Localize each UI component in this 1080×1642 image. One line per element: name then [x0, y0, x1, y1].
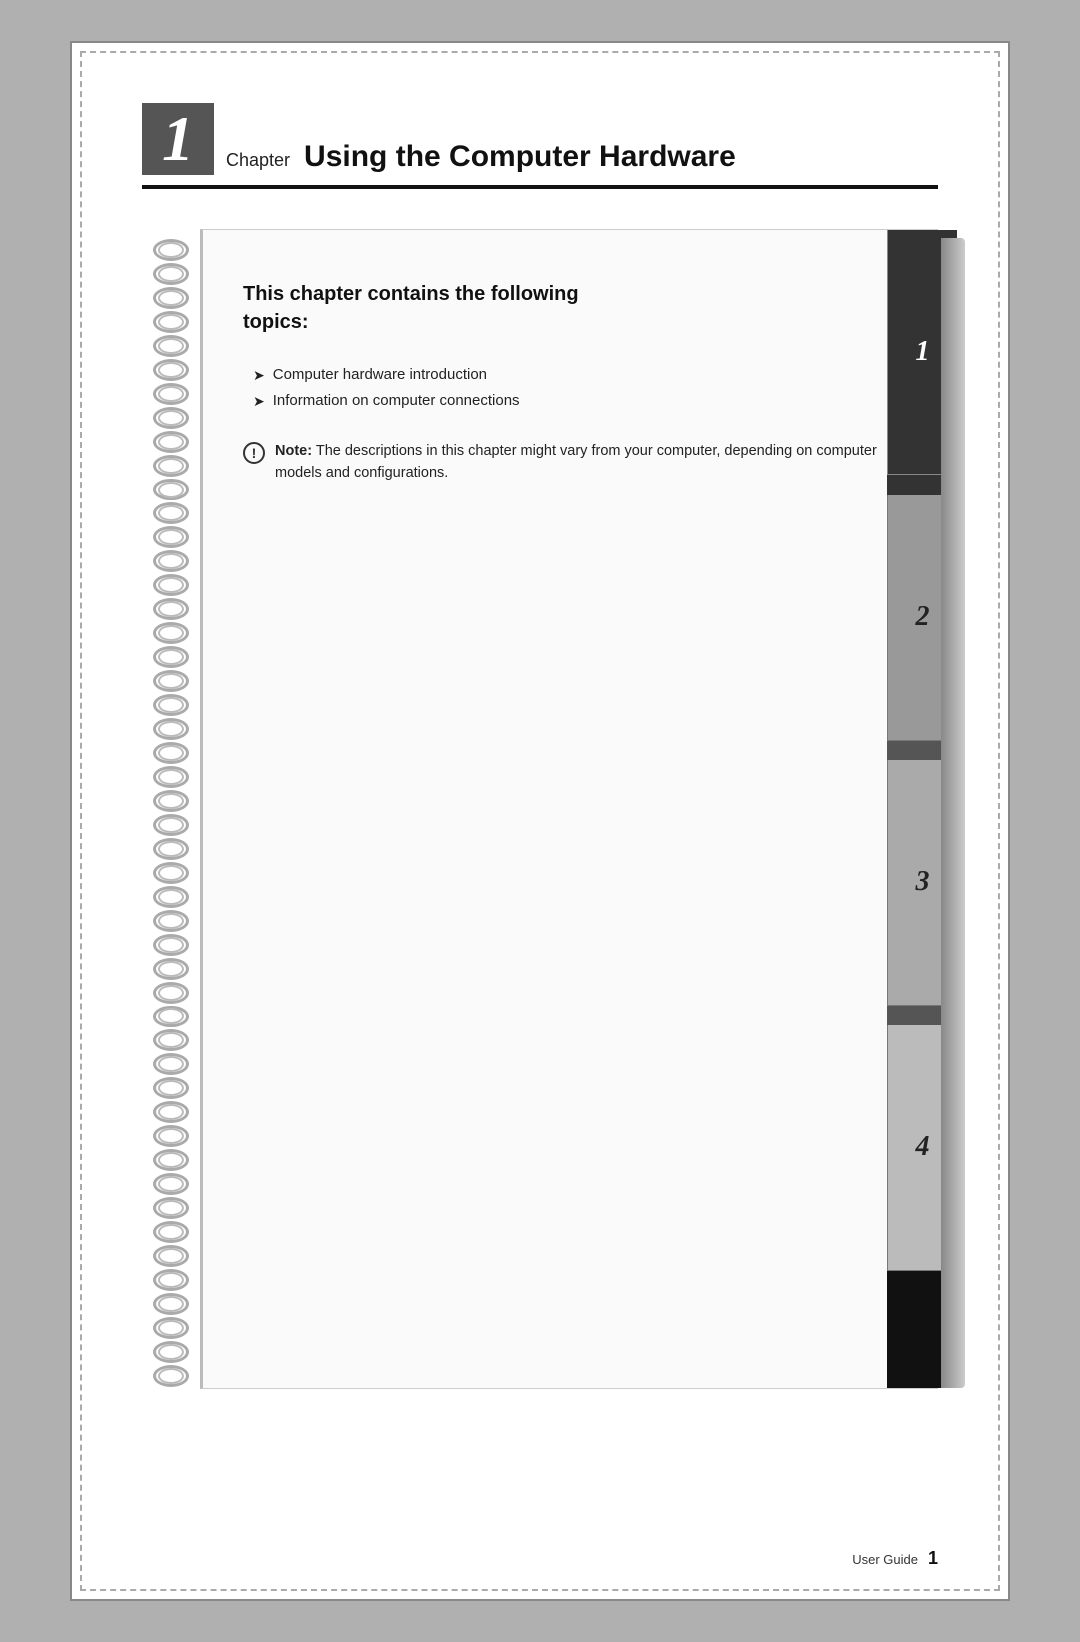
- footer-page-number: 1: [928, 1548, 938, 1569]
- spiral-ring: [153, 574, 189, 596]
- spiral-ring: [153, 838, 189, 860]
- spiral-ring: [153, 455, 189, 477]
- spiral-ring: [153, 263, 189, 285]
- spiral-ring: [153, 1029, 189, 1051]
- spiral-ring: [153, 1269, 189, 1291]
- spiral-ring: [153, 1006, 189, 1028]
- spiral-ring: [153, 1221, 189, 1243]
- spiral-ring: [153, 862, 189, 884]
- spiral-ring: [153, 934, 189, 956]
- spiral-ring: [153, 431, 189, 453]
- spiral-ring: [153, 790, 189, 812]
- spiral-ring: [153, 287, 189, 309]
- spiral-ring: [153, 1101, 189, 1123]
- spiral-ring: [153, 1197, 189, 1219]
- spiral-ring: [153, 335, 189, 357]
- chapter-header: 1 Chapter Using the Computer Hardware: [142, 103, 938, 175]
- spiral-ring: [153, 479, 189, 501]
- notebook-content: This chapter contains the following topi…: [243, 280, 917, 1348]
- tab-number-3: 3: [916, 866, 930, 898]
- spiral-ring: [153, 311, 189, 333]
- spiral-ring: [153, 598, 189, 620]
- spiral-ring: [153, 622, 189, 644]
- spiral-ring: [153, 766, 189, 788]
- topic-list: ➤ Computer hardware introduction ➤ Infor…: [243, 366, 907, 410]
- page-footer: User Guide 1: [852, 1548, 938, 1569]
- spiral-ring: [153, 1173, 189, 1195]
- spiral-ring: [153, 886, 189, 908]
- footer-label: User Guide: [852, 1552, 918, 1567]
- arrow-icon: ➤: [253, 393, 265, 410]
- page: 1 Chapter Using the Computer Hardware: [70, 41, 1010, 1601]
- spiral-ring: [153, 1341, 189, 1363]
- chapter-label: Chapter: [226, 150, 290, 175]
- chapter-number-block: 1: [142, 103, 214, 175]
- spiral-binding: [142, 229, 200, 1389]
- spiral-ring: [153, 982, 189, 1004]
- notebook-wrapper: This chapter contains the following topi…: [142, 229, 938, 1389]
- chapter-rule: [142, 185, 938, 189]
- list-item: ➤ Computer hardware introduction: [253, 366, 907, 384]
- note-text: Note: The descriptions in this chapter m…: [275, 440, 907, 485]
- spiral-ring: [153, 646, 189, 668]
- spiral-ring: [153, 670, 189, 692]
- spiral-ring: [153, 958, 189, 980]
- spiral-ring: [153, 1245, 189, 1267]
- tab-number-1: 1: [916, 336, 930, 368]
- arrow-icon: ➤: [253, 367, 265, 384]
- spiral-ring: [153, 814, 189, 836]
- spiral-ring: [153, 502, 189, 524]
- list-item: ➤ Information on computer connections: [253, 392, 907, 410]
- spiral-ring: [153, 526, 189, 548]
- spiral-ring: [153, 1053, 189, 1075]
- spiral-ring: [153, 1317, 189, 1339]
- tab-number-4: 4: [916, 1131, 930, 1163]
- notebook-shadow: [941, 238, 965, 1388]
- notebook-page: This chapter contains the following topi…: [200, 229, 938, 1389]
- spiral-ring: [153, 1365, 189, 1387]
- spiral-ring: [153, 1077, 189, 1099]
- spiral-ring: [153, 742, 189, 764]
- spiral-ring: [153, 550, 189, 572]
- spiral-ring: [153, 1293, 189, 1315]
- chapter-title: Using the Computer Hardware: [304, 140, 736, 174]
- tab-number-2: 2: [916, 601, 930, 633]
- spiral-ring: [153, 239, 189, 261]
- spiral-ring: [153, 383, 189, 405]
- chapter-number: 1: [162, 107, 194, 171]
- spiral-ring: [153, 1149, 189, 1171]
- spiral-ring: [153, 407, 189, 429]
- spiral-ring: [153, 1125, 189, 1147]
- spiral-ring: [153, 910, 189, 932]
- note-icon: !: [243, 442, 265, 464]
- chapter-label-title: Chapter Using the Computer Hardware: [226, 140, 938, 175]
- spiral-ring: [153, 359, 189, 381]
- note-block: ! Note: The descriptions in this chapter…: [243, 440, 907, 485]
- spiral-ring: [153, 694, 189, 716]
- intro-heading: This chapter contains the following topi…: [243, 280, 907, 336]
- spiral-ring: [153, 718, 189, 740]
